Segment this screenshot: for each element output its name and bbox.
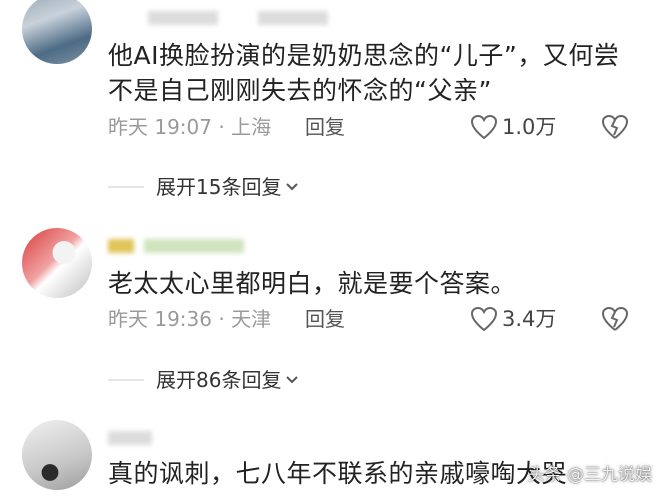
chevron-down-icon [286, 183, 299, 191]
expand-replies-label: 展开15条回复 [156, 175, 282, 199]
username-blurred [108, 236, 244, 254]
avatar[interactable] [22, 0, 92, 64]
heart-outline-icon [470, 114, 498, 140]
chevron-down-icon [286, 376, 299, 384]
avatar[interactable] [22, 228, 92, 298]
like-button[interactable]: 1.0万 [470, 113, 556, 141]
reply-button[interactable]: 回复 [305, 306, 345, 332]
expand-replies-button[interactable]: 展开15条回复 [108, 174, 299, 200]
like-count: 3.4万 [502, 307, 557, 331]
comment-timestamp-location: 昨天 19:07 · 上海 [108, 115, 272, 139]
divider-line [108, 186, 144, 188]
expand-replies-label: 展开86条回复 [156, 368, 282, 392]
comment-timestamp-location: 昨天 19:36 · 天津 [108, 307, 272, 331]
broken-heart-icon[interactable] [600, 305, 630, 333]
heart-outline-icon [470, 306, 498, 332]
comment-text: 他AI换脸扮演的是奶奶思念的“儿子”，又何尝不是自己刚刚失去的怀念的“父亲” [108, 41, 620, 105]
like-count: 1.0万 [502, 115, 557, 139]
expand-replies-button[interactable]: 展开86条回复 [108, 367, 299, 393]
username-blurred [108, 428, 152, 446]
watermark: 头条 @三九说娱 [527, 465, 652, 485]
broken-heart-icon[interactable] [600, 113, 630, 141]
comment-text: 老太太心里都明白，就是要个答案。 [108, 269, 517, 298]
avatar[interactable] [22, 420, 92, 490]
divider-line [108, 379, 144, 381]
username-blurred [108, 8, 328, 26]
like-button[interactable]: 3.4万 [470, 305, 556, 333]
reply-button[interactable]: 回复 [305, 114, 345, 140]
